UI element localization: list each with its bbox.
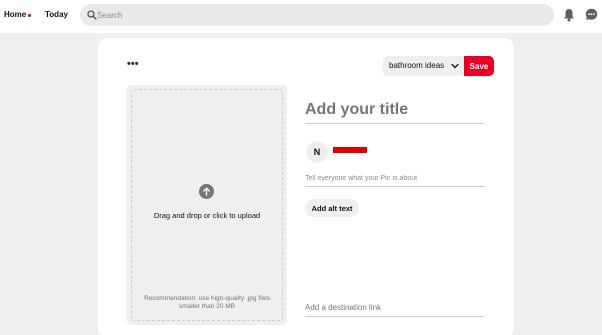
board-select[interactable]: bathroom ideas (383, 56, 464, 76)
avatar-initial: N (313, 147, 321, 157)
pin-builder-card: ••• bathroom ideas Save Drag and drop or… (98, 38, 514, 335)
home-indicator-dot (28, 14, 31, 17)
nav-today-link[interactable]: Today (45, 10, 68, 19)
upload-recommendation: Recommendation: use high-quality .jpg fi… (144, 295, 270, 310)
chat-icon[interactable] (585, 8, 598, 21)
board-select-value: bathroom ideas (389, 61, 445, 70)
redacted-username (333, 147, 367, 153)
search-input[interactable] (97, 4, 537, 26)
nav-home-link[interactable]: Home (4, 10, 26, 19)
add-alt-text-button[interactable]: Add alt text (305, 199, 359, 217)
upload-arrow-icon (199, 184, 214, 199)
pin-description-input[interactable] (305, 170, 485, 187)
search-bar[interactable] (80, 4, 554, 26)
bell-icon[interactable] (563, 8, 575, 22)
user-avatar: N (306, 141, 328, 163)
upload-instruction: Drag and drop or click to upload (153, 211, 261, 220)
pin-title-input[interactable] (305, 96, 485, 124)
upload-dashed-border (131, 89, 283, 321)
search-icon (87, 10, 97, 20)
save-button[interactable]: Save (464, 56, 494, 76)
image-upload-area[interactable]: Drag and drop or click to upload Recomme… (127, 85, 287, 325)
top-navigation-bar: Home Today (0, 0, 602, 33)
more-options-button[interactable]: ••• (127, 59, 139, 70)
chevron-down-icon (451, 63, 459, 69)
destination-link-input[interactable] (305, 299, 485, 317)
